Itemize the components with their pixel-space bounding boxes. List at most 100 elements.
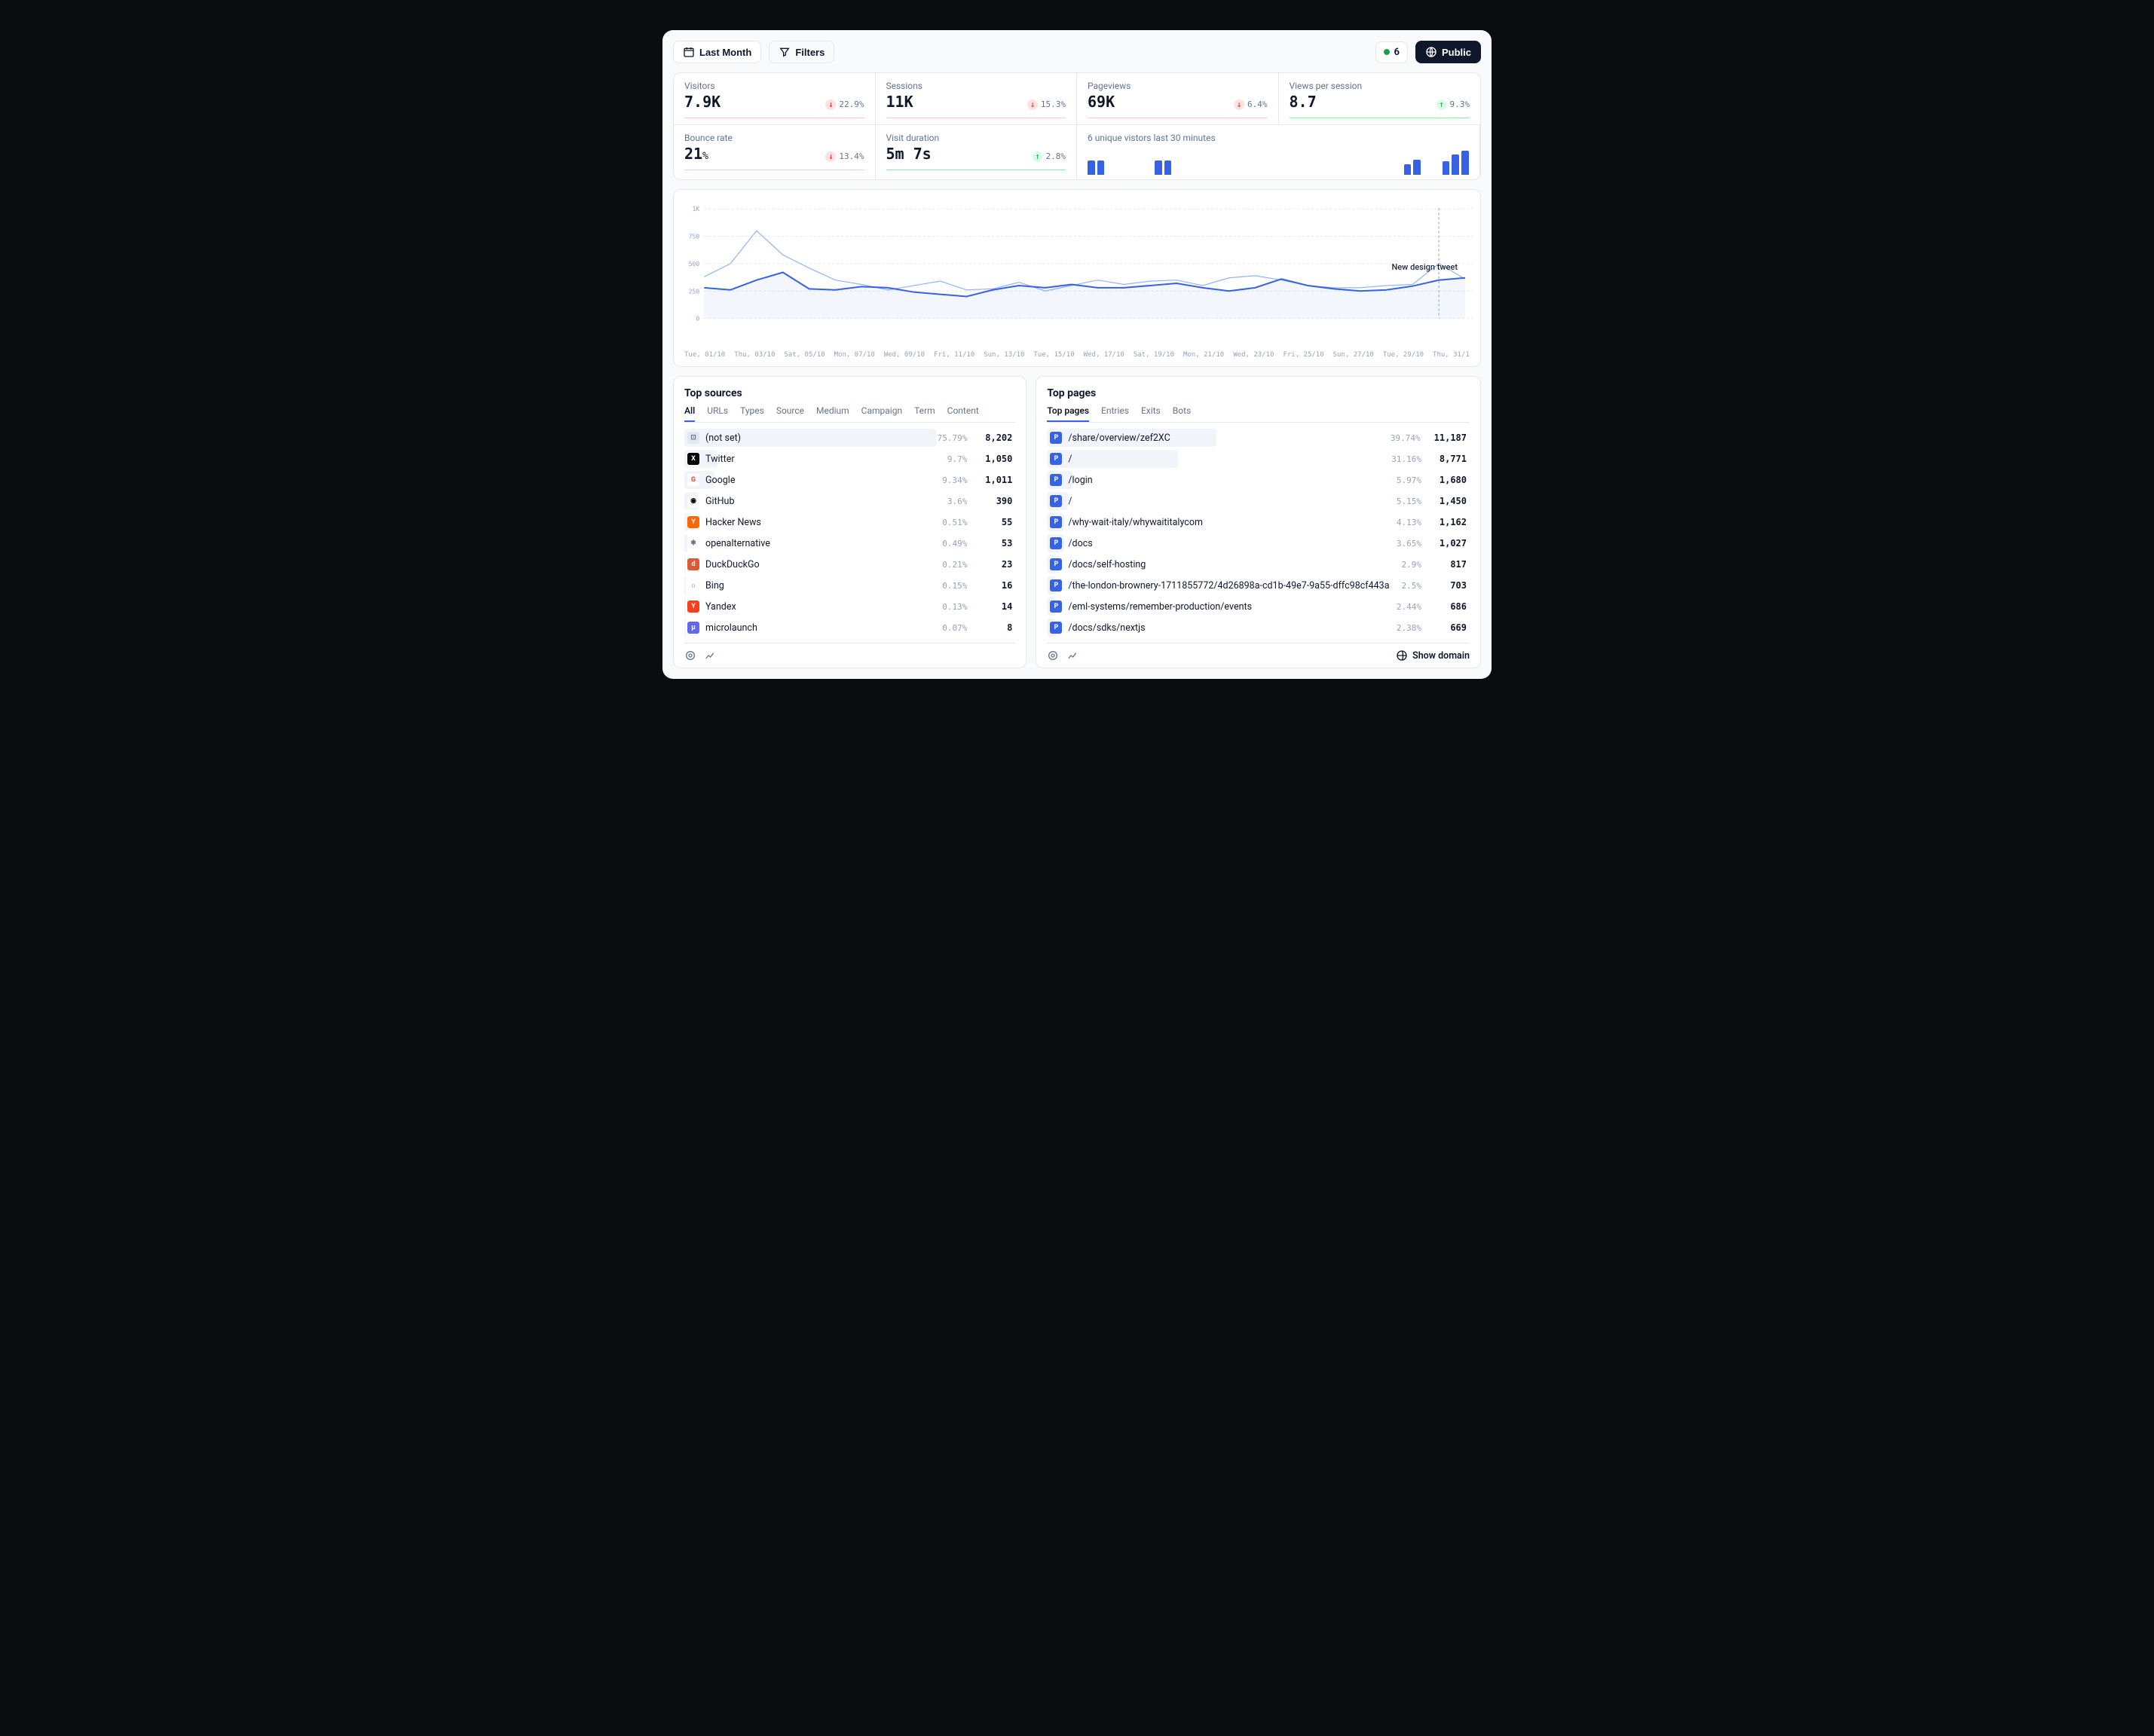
metric-bounce[interactable]: Bounce rate 21% ↓13.4% [674, 125, 876, 179]
target-icon[interactable] [684, 649, 696, 662]
chart-annotation: New design tweet [1391, 262, 1458, 272]
source-row[interactable]: G Google 9.34% 1,011 [684, 469, 1015, 491]
source-row[interactable]: μ microlaunch 0.07% 8 [684, 617, 1015, 638]
metric-duration[interactable]: Visit duration 5m 7s ↑2.8% [876, 125, 1078, 179]
public-button[interactable]: Public [1415, 41, 1481, 63]
tab-medium[interactable]: Medium [816, 405, 849, 422]
metric-delta: ↓13.4% [825, 151, 864, 162]
filters-button[interactable]: Filters [769, 41, 834, 63]
page-pct: 5.15% [1397, 497, 1421, 506]
page-icon: P [1050, 622, 1062, 634]
dashboard: Last Month Filters 6 Public Visitors 7.9… [662, 30, 1492, 679]
page-icon: P [1050, 537, 1062, 549]
page-count: 669 [1435, 622, 1467, 633]
arrow-up-icon: ↑ [1033, 151, 1043, 162]
page-row[interactable]: P / 31.16% 8,771 [1047, 448, 1470, 469]
source-label: Bing [705, 580, 724, 591]
source-favicon-icon: G [687, 474, 699, 486]
page-path: /login [1068, 475, 1092, 486]
tab-source[interactable]: Source [776, 405, 804, 422]
svg-text:0: 0 [696, 316, 699, 322]
page-pct: 39.74% [1391, 433, 1421, 443]
line-chart: 02505007501K [681, 197, 1473, 348]
page-row[interactable]: P /docs/self-hosting 2.9% 817 [1047, 554, 1470, 575]
chart-line-icon[interactable] [704, 649, 716, 662]
tab-exits[interactable]: Exits [1141, 405, 1161, 422]
source-pct: 9.7% [947, 454, 968, 464]
tab-urls[interactable]: URLs [707, 405, 728, 422]
main-chart[interactable]: 02505007501K New design tweet Tue, 01/10… [673, 189, 1481, 367]
chart-x-axis: Tue, 01/10Thu, 03/10Sat, 05/10Mon, 07/10… [681, 351, 1473, 359]
source-favicon-icon: ⊡ [687, 432, 699, 444]
tab-types[interactable]: Types [740, 405, 764, 422]
page-count: 703 [1435, 580, 1467, 591]
page-path: / [1068, 454, 1072, 465]
date-range-button[interactable]: Last Month [673, 41, 761, 63]
sparkline [684, 169, 864, 172]
tab-entries[interactable]: Entries [1101, 405, 1129, 422]
show-domain-button[interactable]: Show domain [1396, 649, 1470, 662]
page-path: /docs/self-hosting [1068, 559, 1146, 570]
page-count: 817 [1435, 559, 1467, 570]
source-row[interactable]: Y Yandex 0.13% 14 [684, 596, 1015, 617]
source-count: 8,202 [981, 432, 1012, 443]
top-pages-panel: Top pages Top pagesEntriesExitsBots P /s… [1036, 376, 1481, 668]
page-row[interactable]: P /docs/sdks/nextjs 2.38% 669 [1047, 617, 1470, 638]
source-row[interactable]: d DuckDuckGo 0.21% 23 [684, 554, 1015, 575]
source-row[interactable]: ✱ openalternative 0.49% 53 [684, 533, 1015, 554]
sparkline [886, 117, 1066, 120]
metric-vps[interactable]: Views per session 8.7 ↑9.3% [1279, 73, 1481, 125]
page-pct: 2.5% [1402, 581, 1422, 591]
sources-list: ⊡ (not set) 75.79% 8,202 X Twitter 9.7% … [684, 427, 1015, 638]
metric-realtime[interactable]: 6 unique vistors last 30 minutes [1077, 125, 1480, 179]
source-pct: 9.34% [942, 475, 967, 485]
source-pct: 0.21% [942, 560, 967, 570]
arrow-down-icon: ↓ [1027, 99, 1038, 110]
source-row[interactable]: ⊡ (not set) 75.79% 8,202 [684, 427, 1015, 448]
metric-visitors[interactable]: Visitors 7.9K ↓22.9% [674, 73, 876, 125]
page-row[interactable]: P /the-london-brownery-1711855772/4d2689… [1047, 575, 1470, 596]
metric-pageviews[interactable]: Pageviews 69K ↓6.4% [1077, 73, 1279, 125]
source-count: 53 [981, 538, 1012, 549]
page-row[interactable]: P /login 5.97% 1,680 [1047, 469, 1470, 491]
page-row[interactable]: P /docs 3.65% 1,027 [1047, 533, 1470, 554]
arrow-down-icon: ↓ [1234, 99, 1244, 110]
source-count: 1,011 [981, 475, 1012, 485]
chart-line-icon[interactable] [1066, 649, 1079, 662]
source-row[interactable]: ○ Bing 0.15% 16 [684, 575, 1015, 596]
source-label: openalternative [705, 538, 770, 549]
source-row[interactable]: Y Hacker News 0.51% 55 [684, 512, 1015, 533]
metric-value: 69K [1088, 93, 1115, 111]
page-count: 1,680 [1435, 475, 1467, 485]
target-icon[interactable] [1047, 649, 1059, 662]
metric-label: Sessions [886, 81, 1066, 91]
page-row[interactable]: P / 5.15% 1,450 [1047, 491, 1470, 512]
source-row[interactable]: X Twitter 9.7% 1,050 [684, 448, 1015, 469]
page-row[interactable]: P /share/overview/zef2XC 39.74% 11,187 [1047, 427, 1470, 448]
source-pct: 75.79% [938, 433, 968, 443]
metric-value: 11K [886, 93, 913, 111]
source-favicon-icon: d [687, 558, 699, 570]
page-path: /eml-systems/remember-production/events [1068, 601, 1252, 613]
live-visitors-badge[interactable]: 6 [1375, 41, 1408, 63]
metric-sessions[interactable]: Sessions 11K ↓15.3% [876, 73, 1078, 125]
metric-label: Visitors [684, 81, 864, 91]
tab-all[interactable]: All [684, 405, 695, 422]
tab-top-pages[interactable]: Top pages [1047, 405, 1089, 422]
source-row[interactable]: ◉ GitHub 3.6% 390 [684, 491, 1015, 512]
tab-term[interactable]: Term [914, 405, 935, 422]
page-row[interactable]: P /why-wait-italy/whywaititalycom 4.13% … [1047, 512, 1470, 533]
svg-text:1K: 1K [693, 206, 700, 212]
svg-text:250: 250 [689, 288, 700, 295]
tab-campaign[interactable]: Campaign [861, 405, 902, 422]
date-range-label: Last Month [699, 47, 751, 58]
page-row[interactable]: P /eml-systems/remember-production/event… [1047, 596, 1470, 617]
tab-content[interactable]: Content [947, 405, 979, 422]
metric-value: 8.7 [1290, 93, 1317, 111]
tab-bots[interactable]: Bots [1173, 405, 1191, 422]
source-label: Google [705, 475, 735, 486]
page-icon: P [1050, 474, 1062, 486]
page-icon: P [1050, 558, 1062, 570]
page-pct: 31.16% [1391, 454, 1421, 464]
panels: Top sources AllURLsTypesSourceMediumCamp… [673, 376, 1481, 668]
